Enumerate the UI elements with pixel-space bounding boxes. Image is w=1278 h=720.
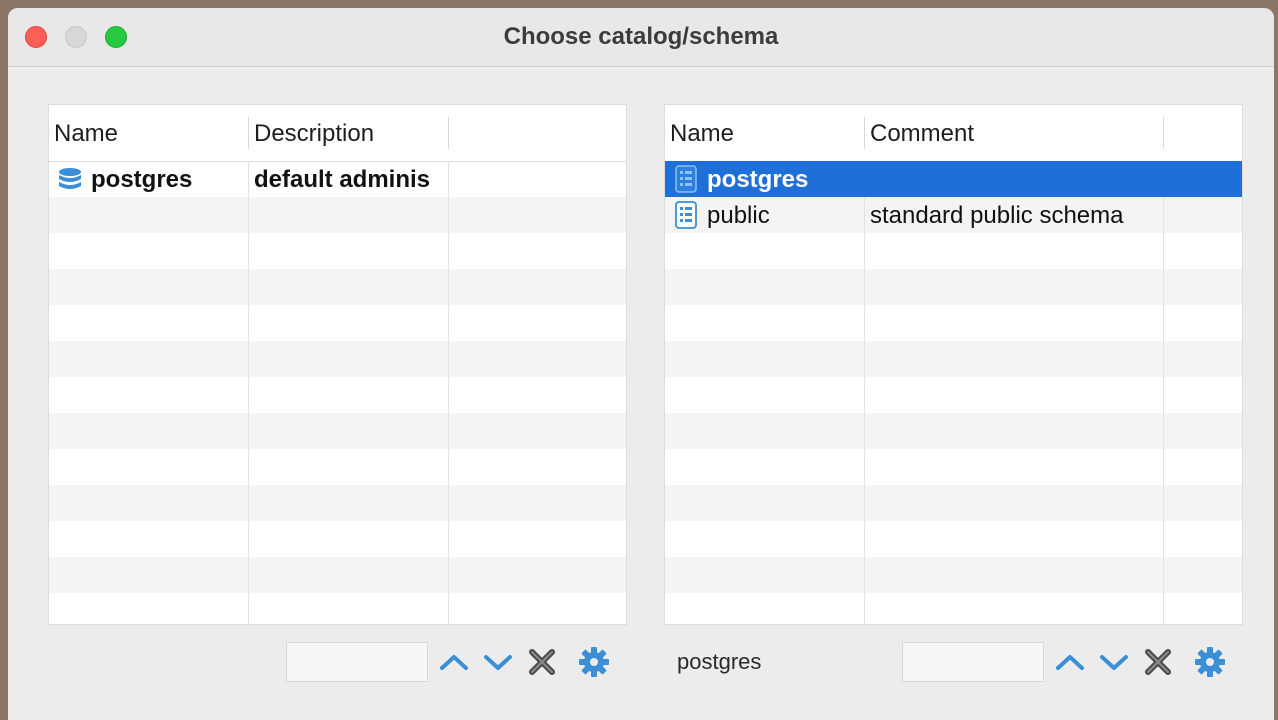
catalog-table-header: Name Description — [49, 105, 626, 162]
table-row[interactable]: postgres default adminis — [49, 161, 626, 197]
catalog-name: postgres — [91, 166, 193, 193]
chevron-up-icon[interactable] — [1054, 646, 1086, 678]
table-row-selected[interactable]: postgres — [665, 161, 1242, 197]
catalog-table-stripes — [49, 161, 626, 624]
clear-icon[interactable] — [526, 646, 558, 678]
column-header-name[interactable]: Name — [49, 105, 249, 161]
catalog-description: default adminis — [254, 166, 431, 193]
schema-comment: standard public schema — [870, 202, 1124, 229]
catalog-schema-dialog: Choose catalog/schema Name Description p… — [8, 8, 1274, 720]
column-header-name[interactable]: Name — [665, 105, 865, 161]
schema-table-header: Name Comment — [665, 105, 1242, 162]
column-header-description[interactable]: Description — [249, 105, 449, 161]
schema-filter-input[interactable] — [902, 642, 1044, 682]
database-icon — [59, 168, 81, 189]
catalog-table: Name Description postgres default admini… — [48, 104, 627, 625]
table-row[interactable]: public standard public schema — [665, 197, 1242, 233]
schema-name: public — [707, 202, 770, 229]
schema-comment — [870, 161, 1162, 197]
schema-icon — [675, 201, 697, 229]
window-title: Choose catalog/schema — [503, 23, 779, 50]
schema-icon — [675, 165, 697, 193]
chevron-up-icon[interactable] — [438, 646, 470, 678]
schema-table: Name Comment postgres public standard pu… — [664, 104, 1243, 625]
schema-name: postgres — [707, 166, 809, 193]
clear-icon[interactable] — [1142, 646, 1174, 678]
gear-icon[interactable] — [1194, 646, 1226, 678]
selected-catalog-label: postgres — [677, 649, 762, 674]
title-bar: Choose catalog/schema — [8, 8, 1274, 67]
chevron-down-icon[interactable] — [1098, 646, 1130, 678]
chevron-down-icon[interactable] — [482, 646, 514, 678]
column-header-comment[interactable]: Comment — [865, 105, 1164, 161]
gear-icon[interactable] — [578, 646, 610, 678]
catalog-filter-input[interactable] — [286, 642, 428, 682]
